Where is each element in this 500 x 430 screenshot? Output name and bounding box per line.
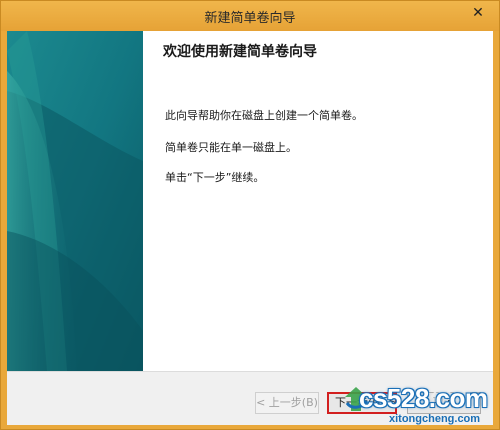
site-watermark: 系统城 cs528.com xitongcheng.com xyxy=(329,379,499,429)
continue-instruction-text: 单击“下一步”继续。 xyxy=(165,171,265,184)
teal-banner-graphic xyxy=(7,31,143,371)
window-title: 新建简单卷向导 xyxy=(204,11,296,26)
watermark-url: xitongcheng.com xyxy=(389,413,481,425)
title-bar[interactable]: 新建简单卷向导 ✕ xyxy=(1,1,499,31)
close-button[interactable]: ✕ xyxy=(463,3,493,25)
wizard-window: 新建简单卷向导 ✕ 欢迎使用新建简单卷向导 此向导帮助你在磁盘上创建一个简单卷。… xyxy=(0,0,500,430)
back-button[interactable]: < 上一步(B) xyxy=(255,392,319,414)
wizard-content: 欢迎使用新建简单卷向导 此向导帮助你在磁盘上创建一个简单卷。 简单卷只能在单一磁… xyxy=(143,31,493,371)
close-icon: ✕ xyxy=(472,5,484,21)
page-heading: 欢迎使用新建简单卷向导 xyxy=(163,44,317,60)
wizard-side-banner xyxy=(7,31,143,371)
watermark-brand: cs528.com xyxy=(359,383,488,413)
intro-text: 此向导帮助你在磁盘上创建一个简单卷。 xyxy=(165,109,363,122)
single-disk-text: 简单卷只能在单一磁盘上。 xyxy=(165,141,297,154)
wizard-client-area: 欢迎使用新建简单卷向导 此向导帮助你在磁盘上创建一个简单卷。 简单卷只能在单一磁… xyxy=(7,31,493,425)
